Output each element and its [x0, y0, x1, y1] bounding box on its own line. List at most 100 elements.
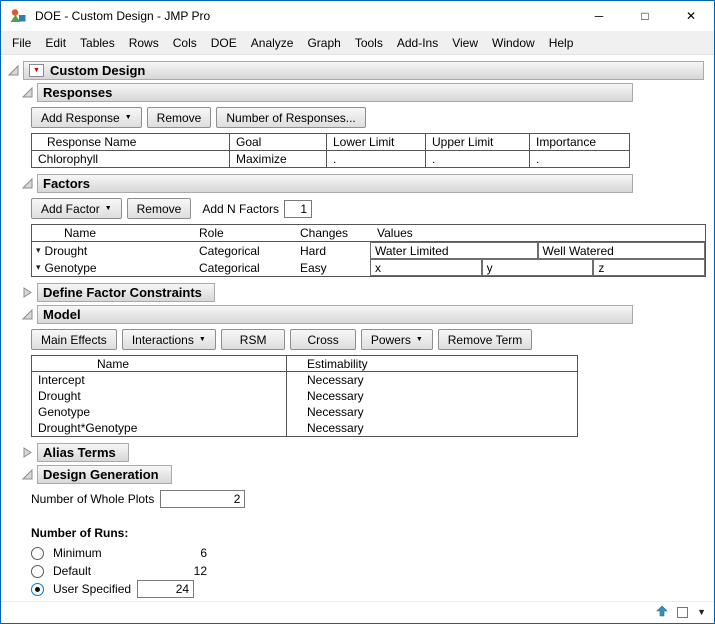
add-factor-button[interactable]: Add Factor ▼ — [31, 198, 122, 219]
menu-graph[interactable]: Graph — [300, 33, 347, 53]
factor-value-cell[interactable]: x — [370, 259, 482, 276]
responses-title: Responses — [43, 85, 113, 100]
menu-edit[interactable]: Edit — [38, 33, 73, 53]
user-specified-input[interactable] — [137, 580, 195, 598]
user-specified-label[interactable]: User Specified — [53, 582, 131, 596]
menu-window[interactable]: Window — [485, 33, 542, 53]
response-name-cell[interactable]: Chlorophyll — [31, 150, 230, 168]
term-estimability[interactable]: Necessary — [287, 373, 577, 387]
menu-rows[interactable]: Rows — [122, 33, 166, 53]
status-checkbox-icon[interactable] — [677, 607, 689, 618]
model-term-row: Drought Necessary — [32, 388, 577, 404]
minimize-icon[interactable]: ─ — [576, 1, 622, 31]
term-name[interactable]: Drought*Genotype — [32, 420, 287, 436]
factors-title: Factors — [43, 176, 90, 191]
disclosure-closed-icon[interactable] — [21, 447, 34, 458]
alias-terms-title-bar: Alias Terms — [37, 443, 129, 462]
constraints-title: Define Factor Constraints — [43, 285, 202, 300]
disclosure-open-icon[interactable] — [21, 178, 34, 189]
statusbar: ▼ — [1, 601, 714, 623]
default-label[interactable]: Default — [53, 564, 91, 578]
term-name[interactable]: Drought — [32, 388, 287, 404]
response-goal-cell[interactable]: Maximize — [229, 150, 327, 168]
term-name[interactable]: Genotype — [32, 404, 287, 420]
factor-role[interactable]: Categorical — [187, 244, 290, 258]
whole-plots-input[interactable] — [160, 490, 246, 508]
col-header-term-name: Name — [32, 356, 287, 371]
main-effects-button[interactable]: Main Effects — [31, 329, 117, 350]
titlebar: DOE - Custom Design - JMP Pro ─ □ ✕ — [1, 1, 714, 31]
add-n-factors-input[interactable] — [284, 199, 313, 218]
factor-changes[interactable]: Easy — [290, 261, 370, 275]
status-dropdown-icon[interactable]: ▼ — [697, 608, 706, 617]
factor-name[interactable]: Genotype — [45, 261, 97, 275]
cross-button[interactable]: Cross — [290, 329, 356, 350]
maximize-icon[interactable]: □ — [622, 1, 668, 31]
response-row: Chlorophyll Maximize . . . — [31, 150, 630, 168]
factor-value-cell[interactable]: Well Watered — [537, 242, 705, 259]
user-specified-radio[interactable] — [31, 582, 44, 596]
term-estimability[interactable]: Necessary — [287, 421, 577, 435]
menu-analyze[interactable]: Analyze — [244, 33, 301, 53]
responses-header-row: Response Name Goal Lower Limit Upper Lim… — [31, 133, 630, 151]
menu-file[interactable]: File — [5, 33, 38, 53]
factor-row: ▾ Genotype Categorical Easy x y z — [32, 259, 706, 276]
factor-type-icon[interactable]: ▾ — [36, 263, 41, 272]
close-icon[interactable]: ✕ — [668, 1, 714, 31]
response-lower-limit-cell[interactable]: . — [326, 150, 426, 168]
default-radio[interactable] — [31, 564, 44, 578]
factor-changes[interactable]: Hard — [290, 244, 370, 258]
remove-term-button[interactable]: Remove Term — [437, 329, 533, 350]
add-response-button[interactable]: Add Response ▼ — [31, 107, 142, 128]
responses-header: Responses — [21, 83, 708, 102]
custom-design-title-bar: ▼ Custom Design — [23, 61, 704, 80]
menu-cols[interactable]: Cols — [166, 33, 204, 53]
model-term-row: Drought*Genotype Necessary — [32, 420, 577, 436]
col-header-upper-limit: Upper Limit — [425, 133, 530, 151]
interactions-label: Interactions — [131, 332, 194, 347]
disclosure-open-icon[interactable] — [21, 309, 34, 320]
rsm-button[interactable]: RSM — [220, 329, 286, 350]
menu-add-ins[interactable]: Add-Ins — [390, 33, 445, 53]
response-upper-limit-cell[interactable]: . — [425, 150, 530, 168]
factor-value-cell[interactable]: y — [481, 259, 594, 276]
term-name[interactable]: Intercept — [32, 372, 287, 388]
factor-name[interactable]: Drought — [45, 244, 88, 258]
red-triangle-menu-icon[interactable]: ▼ — [29, 64, 44, 77]
minimum-label[interactable]: Minimum — [53, 546, 102, 560]
constraints-title-bar: Define Factor Constraints — [37, 283, 215, 302]
remove-factor-button[interactable]: Remove — [126, 198, 192, 219]
whole-plots-label: Number of Whole Plots — [31, 492, 155, 506]
menubar: File Edit Tables Rows Cols DOE Analyze G… — [1, 31, 714, 55]
app-icon — [9, 7, 27, 25]
menu-tools[interactable]: Tools — [348, 33, 390, 53]
factor-role[interactable]: Categorical — [187, 261, 290, 275]
powers-button[interactable]: Powers ▼ — [360, 329, 433, 350]
interactions-button[interactable]: Interactions ▼ — [121, 329, 216, 350]
disclosure-closed-icon[interactable] — [21, 287, 34, 298]
disclosure-open-icon[interactable] — [21, 87, 34, 98]
model-header: Model — [21, 305, 708, 324]
add-response-label: Add Response — [41, 110, 120, 125]
minimum-radio[interactable] — [31, 546, 44, 560]
menu-view[interactable]: View — [445, 33, 485, 53]
add-factor-label: Add Factor — [41, 201, 100, 216]
col-header-response-name: Response Name — [31, 133, 230, 151]
remove-response-button[interactable]: Remove — [146, 107, 212, 128]
runs-option-minimum: Minimum 6 — [31, 544, 213, 562]
menu-tables[interactable]: Tables — [73, 33, 122, 53]
term-estimability[interactable]: Necessary — [287, 405, 577, 419]
menu-help[interactable]: Help — [542, 33, 581, 53]
factor-value-cell[interactable]: z — [593, 259, 706, 276]
menu-doe[interactable]: DOE — [204, 33, 244, 53]
factor-type-icon[interactable]: ▾ — [36, 246, 41, 255]
model-title-bar: Model — [37, 305, 633, 324]
custom-design-header: ▼ Custom Design — [7, 61, 708, 80]
response-importance-cell[interactable]: . — [529, 150, 630, 168]
number-of-responses-button[interactable]: Number of Responses... — [216, 107, 366, 128]
disclosure-open-icon[interactable] — [21, 469, 34, 480]
factor-value-cell[interactable]: Water Limited — [370, 242, 538, 259]
scroll-to-top-icon[interactable] — [656, 605, 668, 620]
term-estimability[interactable]: Necessary — [287, 389, 577, 403]
disclosure-open-icon[interactable] — [7, 65, 20, 76]
